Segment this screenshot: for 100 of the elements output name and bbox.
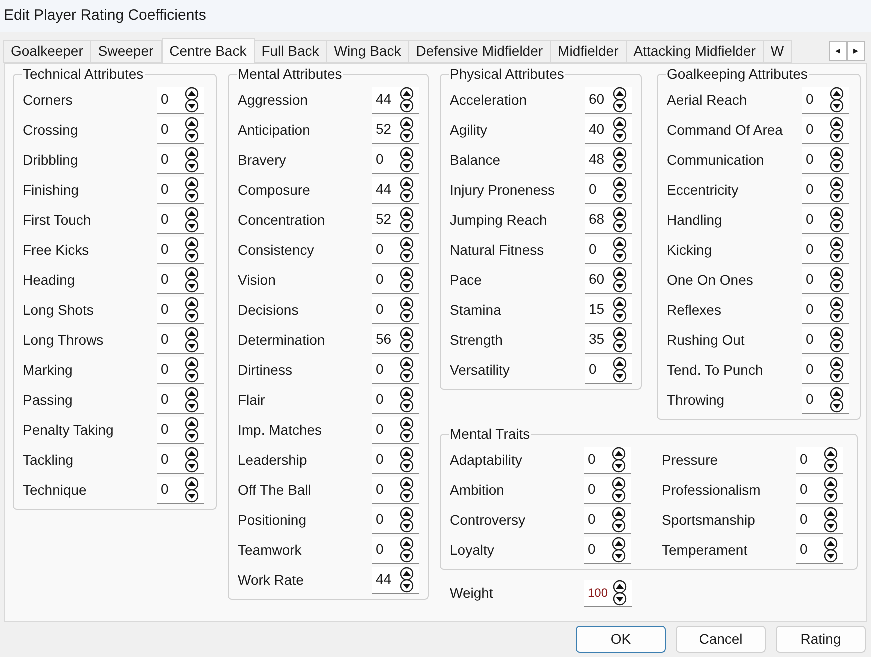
spin-arrows-icon[interactable] — [184, 446, 200, 472]
tab-scroll-right-button[interactable]: ▸ — [847, 41, 865, 61]
spin-arrows-icon[interactable] — [399, 536, 415, 562]
number-spinbox[interactable]: 40 — [585, 116, 632, 144]
spin-arrows-icon[interactable] — [184, 356, 200, 382]
number-spinbox[interactable]: 0 — [372, 446, 419, 474]
tab[interactable]: Attacking Midfielder — [626, 40, 764, 63]
number-spinbox[interactable]: 0 — [157, 296, 204, 324]
tab[interactable]: Midfielder — [550, 40, 627, 63]
number-spinbox[interactable]: 0 — [802, 86, 849, 114]
spin-arrows-icon[interactable] — [184, 476, 200, 502]
number-spinbox[interactable]: 0 — [157, 116, 204, 144]
spin-arrows-icon[interactable] — [184, 206, 200, 232]
spin-arrows-icon[interactable] — [399, 236, 415, 262]
tab[interactable]: Centre Back — [162, 38, 255, 63]
spin-arrows-icon[interactable] — [612, 266, 628, 292]
spin-arrows-icon[interactable] — [184, 116, 200, 142]
number-spinbox[interactable]: 0 — [372, 416, 419, 444]
tab[interactable]: Defensive Midfielder — [408, 40, 552, 63]
spin-arrows-icon[interactable] — [829, 116, 845, 142]
spin-arrows-icon[interactable] — [399, 476, 415, 502]
spin-arrows-icon[interactable] — [399, 146, 415, 172]
number-spinbox[interactable]: 0 — [157, 206, 204, 234]
spin-arrows-icon[interactable] — [184, 236, 200, 262]
spin-arrows-icon[interactable] — [823, 446, 839, 472]
number-spinbox[interactable]: 0 — [157, 326, 204, 354]
spin-arrows-icon[interactable] — [823, 536, 839, 562]
number-spinbox[interactable]: 0 — [372, 266, 419, 294]
number-spinbox[interactable]: 0 — [584, 536, 631, 564]
number-spinbox[interactable]: 52 — [372, 206, 419, 234]
spin-arrows-icon[interactable] — [399, 206, 415, 232]
number-spinbox[interactable]: 0 — [796, 446, 843, 474]
spin-arrows-icon[interactable] — [612, 116, 628, 142]
spin-arrows-icon[interactable] — [829, 386, 845, 412]
tab[interactable]: Sweeper — [90, 40, 162, 63]
number-spinbox[interactable]: 52 — [372, 116, 419, 144]
spin-arrows-icon[interactable] — [184, 386, 200, 412]
number-spinbox[interactable]: 0 — [372, 236, 419, 264]
number-spinbox[interactable]: 60 — [585, 266, 632, 294]
spin-arrows-icon[interactable] — [612, 580, 628, 606]
number-spinbox[interactable]: 0 — [802, 206, 849, 234]
spin-arrows-icon[interactable] — [184, 146, 200, 172]
spin-arrows-icon[interactable] — [612, 356, 628, 382]
number-spinbox[interactable]: 0 — [584, 476, 631, 504]
number-spinbox[interactable]: 0 — [157, 176, 204, 204]
number-spinbox[interactable]: 0 — [157, 236, 204, 264]
number-spinbox[interactable]: 0 — [802, 266, 849, 294]
number-spinbox[interactable]: 56 — [372, 326, 419, 354]
spin-arrows-icon[interactable] — [399, 566, 415, 592]
number-spinbox[interactable]: 0 — [585, 236, 632, 264]
number-spinbox[interactable]: 0 — [372, 476, 419, 504]
tab[interactable]: W — [762, 40, 792, 63]
number-spinbox[interactable]: 68 — [585, 206, 632, 234]
spin-arrows-icon[interactable] — [184, 326, 200, 352]
spin-arrows-icon[interactable] — [829, 356, 845, 382]
spin-arrows-icon[interactable] — [399, 386, 415, 412]
number-spinbox[interactable]: 0 — [584, 506, 631, 534]
spin-arrows-icon[interactable] — [399, 446, 415, 472]
spin-arrows-icon[interactable] — [829, 206, 845, 232]
spin-arrows-icon[interactable] — [184, 266, 200, 292]
number-spinbox[interactable]: 0 — [157, 386, 204, 414]
number-spinbox[interactable]: 0 — [372, 356, 419, 384]
number-spinbox[interactable]: 35 — [585, 326, 632, 354]
dialog-button[interactable]: Rating — [776, 626, 866, 653]
number-spinbox[interactable]: 0 — [585, 356, 632, 384]
spin-arrows-icon[interactable] — [184, 296, 200, 322]
spin-arrows-icon[interactable] — [611, 536, 627, 562]
spin-arrows-icon[interactable] — [184, 86, 200, 112]
spin-arrows-icon[interactable] — [829, 326, 845, 352]
spin-arrows-icon[interactable] — [829, 176, 845, 202]
number-spinbox[interactable]: 44 — [372, 566, 419, 594]
number-spinbox[interactable]: 0 — [796, 476, 843, 504]
tab-scroll-left-button[interactable]: ◂ — [829, 41, 847, 61]
spin-arrows-icon[interactable] — [611, 506, 627, 532]
spin-arrows-icon[interactable] — [829, 296, 845, 322]
spin-arrows-icon[interactable] — [399, 326, 415, 352]
spin-arrows-icon[interactable] — [612, 236, 628, 262]
spin-arrows-icon[interactable] — [612, 296, 628, 322]
spin-arrows-icon[interactable] — [612, 86, 628, 112]
number-spinbox[interactable]: 48 — [585, 146, 632, 174]
number-spinbox[interactable]: 0 — [157, 446, 204, 474]
number-spinbox[interactable]: 15 — [585, 296, 632, 324]
number-spinbox[interactable]: 0 — [157, 356, 204, 384]
number-spinbox[interactable]: 44 — [372, 86, 419, 114]
spin-arrows-icon[interactable] — [612, 176, 628, 202]
number-spinbox[interactable]: 0 — [372, 296, 419, 324]
tab[interactable]: Full Back — [254, 40, 328, 63]
number-spinbox[interactable]: 0 — [157, 266, 204, 294]
spin-arrows-icon[interactable] — [829, 236, 845, 262]
number-spinbox[interactable]: 0 — [372, 146, 419, 174]
number-spinbox[interactable]: 0 — [157, 416, 204, 444]
number-spinbox[interactable]: 0 — [802, 176, 849, 204]
number-spinbox[interactable]: 0 — [372, 506, 419, 534]
spin-arrows-icon[interactable] — [823, 476, 839, 502]
number-spinbox[interactable]: 0 — [157, 476, 204, 504]
number-spinbox[interactable]: 0 — [584, 446, 631, 474]
number-spinbox[interactable]: 60 — [585, 86, 632, 114]
number-spinbox[interactable]: 0 — [802, 326, 849, 354]
spin-arrows-icon[interactable] — [829, 266, 845, 292]
number-spinbox[interactable]: 0 — [802, 146, 849, 174]
